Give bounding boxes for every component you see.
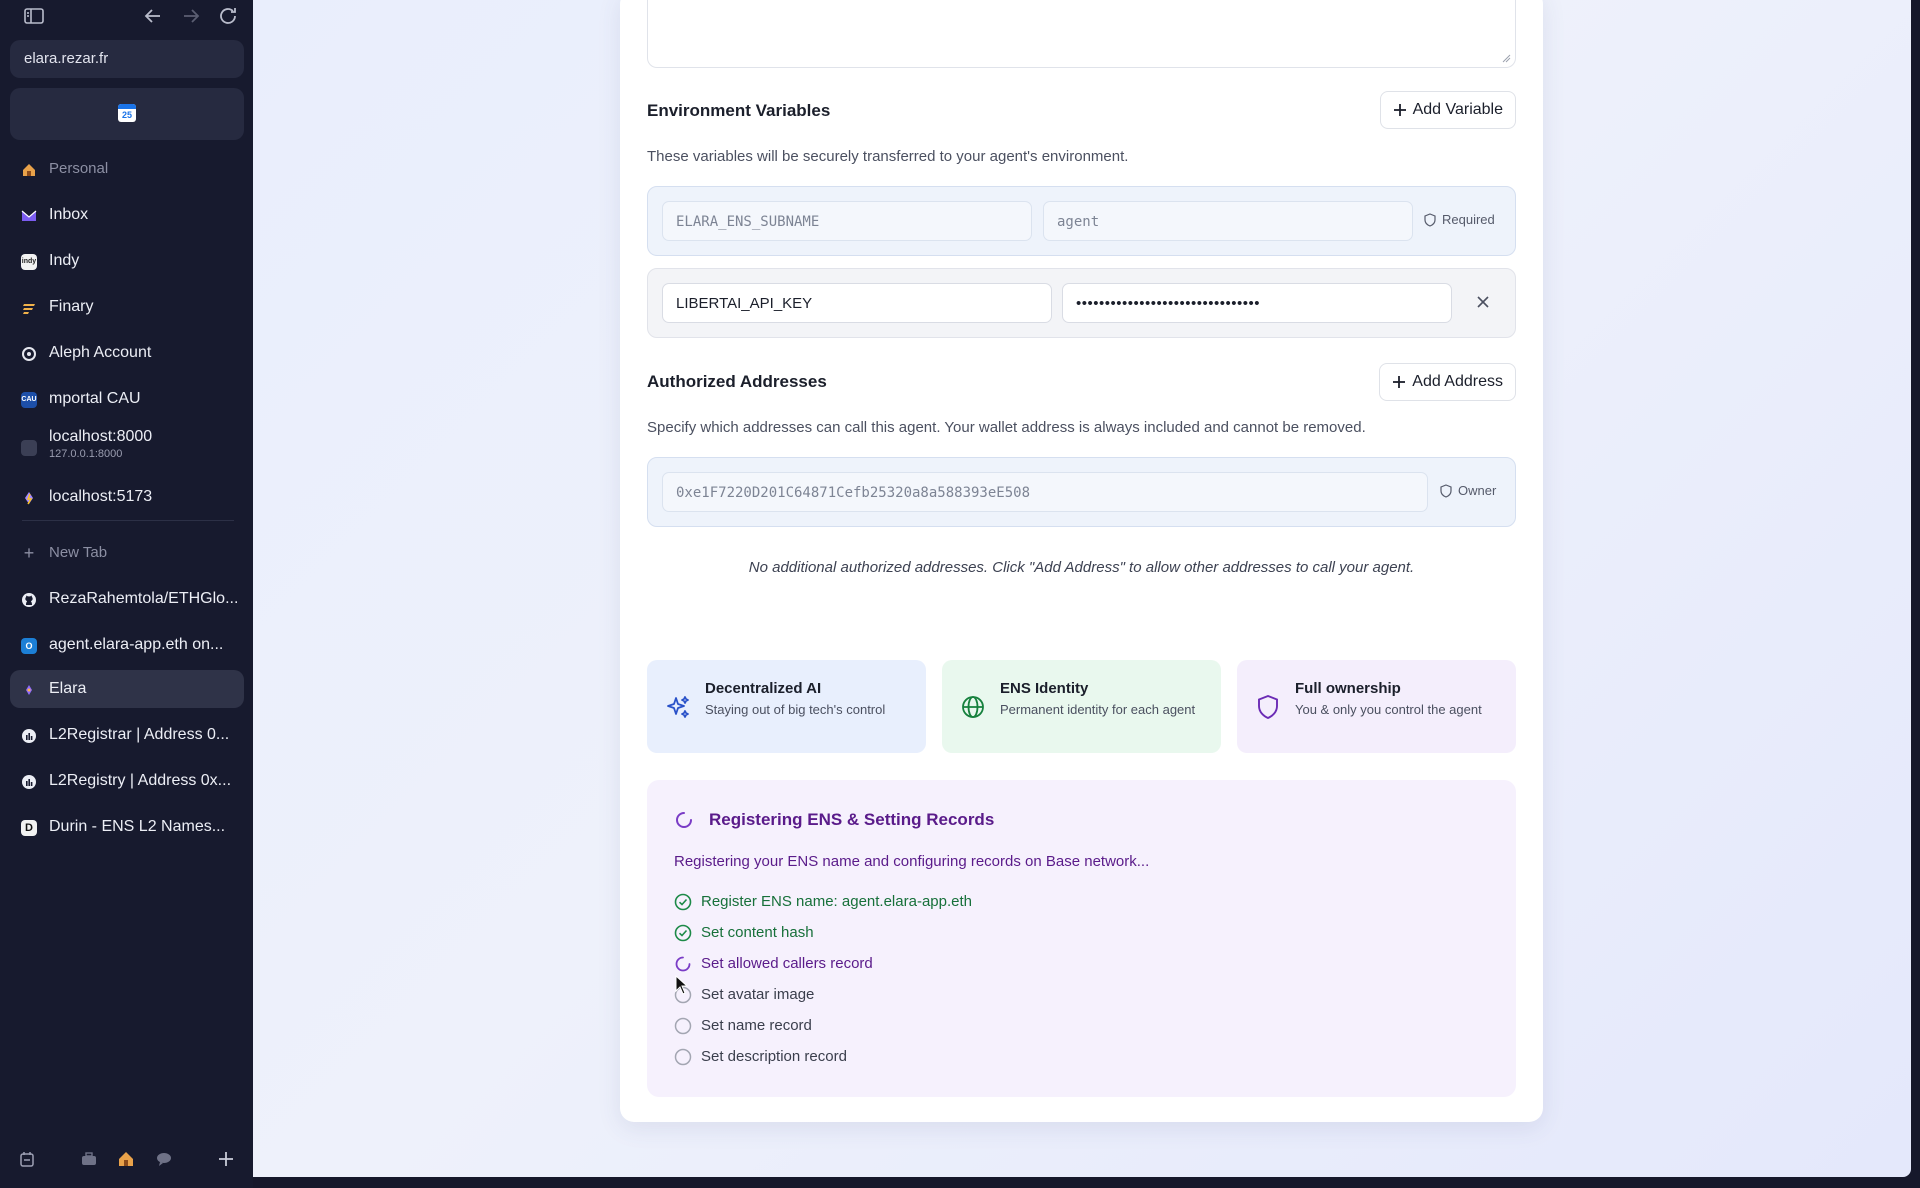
env-row-editable: LIBERTAI_API_KEY •••••••••••••••••••••••… [647, 268, 1516, 338]
remove-variable-icon[interactable] [1475, 294, 1491, 310]
plus-icon [1393, 104, 1406, 116]
page-viewport: Environment Variables Add Variable These… [253, 0, 1911, 1177]
back-arrow-icon[interactable] [141, 4, 165, 28]
finary-icon [21, 300, 37, 316]
env-value-input[interactable]: •••••••••••••••••••••••••••••••• [1062, 283, 1452, 323]
explorer-icon [21, 774, 37, 790]
url-bar[interactable]: elara.rezar.fr [10, 40, 244, 78]
shield-icon [1424, 213, 1436, 227]
empty-circle-icon [674, 1048, 692, 1066]
feature-full-ownership: Full ownership You & only you control th… [1237, 660, 1516, 753]
pinned-calendar-tab[interactable]: 25 [10, 88, 244, 140]
required-badge: Required [1424, 212, 1495, 227]
sidebar-item-inbox[interactable]: Inbox [10, 196, 244, 234]
shield-icon [1258, 694, 1278, 720]
check-circle-icon [674, 893, 692, 911]
indy-icon: indy [21, 254, 37, 270]
briefcase-icon[interactable] [80, 1150, 98, 1168]
mouse-cursor-icon [675, 975, 689, 995]
house-icon[interactable] [117, 1150, 135, 1168]
env-section-description: These variables will be securely transfe… [647, 148, 1129, 165]
tab-l2registry[interactable]: L2Registry | Address 0x... [10, 762, 244, 800]
feature-decentralized-ai: Decentralized AI Staying out of big tech… [647, 660, 926, 753]
ens-icon: O [21, 638, 37, 654]
reload-icon[interactable] [216, 4, 240, 28]
tab-ens-agent[interactable]: O agent.elara-app.eth on... [10, 626, 244, 664]
aleph-icon [21, 346, 37, 362]
tab-elara[interactable]: Elara [10, 670, 244, 708]
env-key-input[interactable]: LIBERTAI_API_KEY [662, 283, 1052, 323]
house-icon [21, 162, 37, 178]
env-key-field: ELARA_ENS_SUBNAME [662, 201, 1032, 241]
check-circle-icon [674, 924, 692, 942]
browser-sidebar: elara.rezar.fr 25 Personal Inbox indy In… [0, 0, 253, 1188]
progress-title: Registering ENS & Setting Records [709, 810, 995, 829]
add-icon[interactable] [217, 1150, 235, 1168]
resize-grip-icon[interactable] [1501, 53, 1511, 63]
env-row-required: ELARA_ENS_SUBNAME agent Required [647, 186, 1516, 256]
plus-icon [1393, 376, 1406, 388]
sidebar-item-aleph-account[interactable]: Aleph Account [10, 334, 244, 372]
env-section-title: Environment Variables [647, 101, 831, 120]
sidebar-item-finary[interactable]: Finary [10, 288, 244, 326]
agent-config-card: Environment Variables Add Variable These… [620, 0, 1543, 1122]
plus-icon: + [23, 543, 35, 563]
tab-github[interactable]: RezaRahemtola/ETHGlo... [10, 580, 244, 618]
cau-icon: CAU [21, 392, 37, 408]
chat-icon[interactable] [155, 1150, 173, 1168]
feature-ens-identity: ENS Identity Permanent identity for each… [942, 660, 1221, 753]
archive-icon[interactable] [18, 1150, 36, 1168]
tab-l2registrar[interactable]: L2Registrar | Address 0... [10, 716, 244, 754]
addresses-section-title: Authorized Addresses [647, 372, 827, 391]
sidebar-toolbar [0, 4, 253, 28]
no-addresses-note: No additional authorized addresses. Clic… [748, 559, 1415, 576]
owner-address-field: 0xe1F7220D201C64871Cefb25320a8a588393eE5… [662, 472, 1428, 512]
registration-progress-panel: Registering ENS & Setting Records Regist… [647, 780, 1516, 1097]
env-value-field: agent [1043, 201, 1413, 241]
sidebar-item-localhost-8000[interactable]: localhost:8000 127.0.0.1:8000 [10, 424, 244, 470]
calendar-icon: 25 [118, 104, 136, 122]
owner-address-row: 0xe1F7220D201C64871Cefb25320a8a588393eE5… [647, 457, 1516, 527]
sparkles-icon [667, 696, 689, 718]
shield-icon [1440, 484, 1452, 498]
sidebar-toggle-icon[interactable] [22, 4, 46, 28]
page-icon [21, 440, 37, 456]
github-icon [21, 592, 37, 608]
durin-icon: D [21, 820, 37, 836]
owner-badge: Owner [1440, 483, 1496, 498]
mail-icon [21, 208, 37, 224]
globe-icon [962, 696, 984, 718]
empty-circle-icon [674, 1017, 692, 1035]
tab-durin[interactable]: D Durin - ENS L2 Names... [10, 808, 244, 846]
add-variable-button[interactable]: Add Variable [1379, 91, 1516, 129]
loading-spinner-icon [675, 956, 691, 972]
sidebar-item-indy[interactable]: indy Indy [10, 242, 244, 280]
sidebar-bottom-bar [0, 1146, 253, 1176]
add-address-button[interactable]: Add Address [1379, 363, 1516, 401]
sidebar-item-mportal-cau[interactable]: CAU mportal CAU [10, 380, 244, 418]
elara-icon [21, 682, 37, 698]
description-textarea[interactable] [647, 0, 1516, 68]
sidebar-divider [22, 520, 234, 521]
progress-description: Registering your ENS name and configurin… [674, 853, 1150, 870]
forward-arrow-icon[interactable] [179, 4, 203, 28]
sidebar-item-localhost-5173[interactable]: localhost:5173 [10, 478, 244, 516]
sidebar-item-personal[interactable]: Personal [10, 150, 244, 188]
explorer-icon [21, 728, 37, 744]
loading-spinner-icon [676, 812, 692, 828]
vite-icon [21, 490, 37, 506]
addresses-section-description: Specify which addresses can call this ag… [647, 419, 1366, 436]
new-tab-button[interactable]: + New Tab [10, 534, 244, 572]
